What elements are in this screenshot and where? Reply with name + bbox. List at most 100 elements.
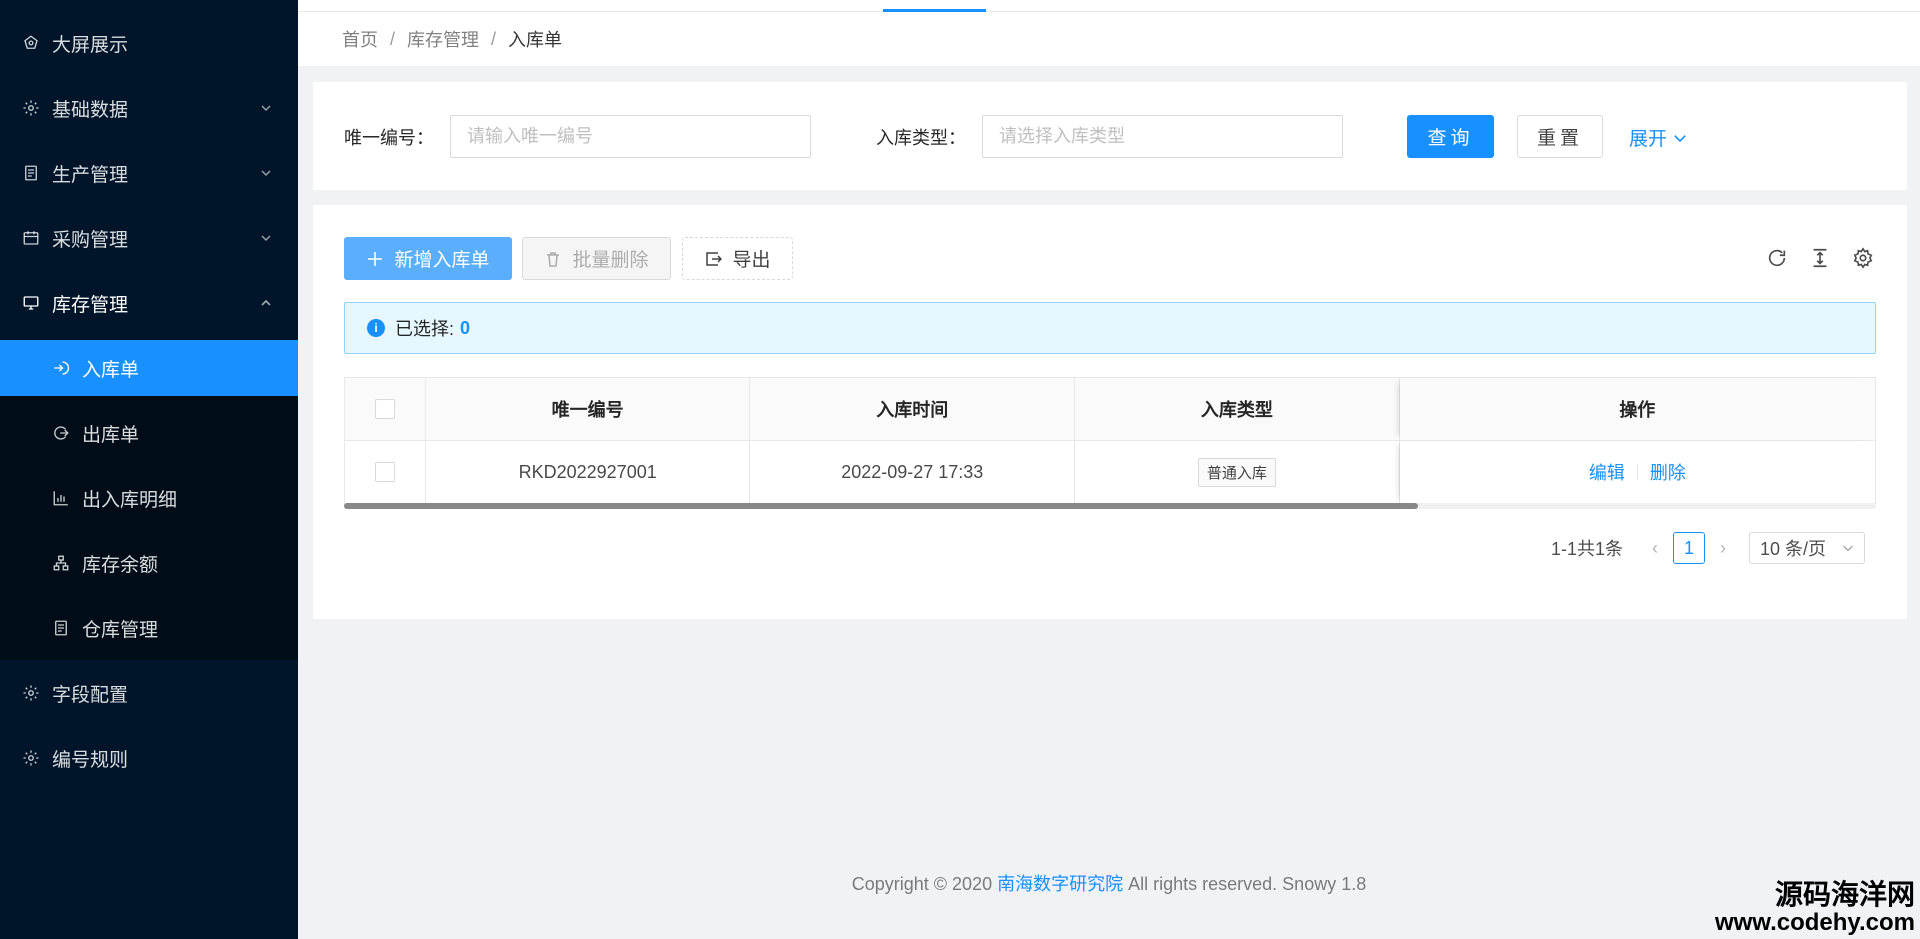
sidebar-item-label: 出库单 [82,424,140,446]
code-label: 唯一编号： [344,128,434,148]
export-button[interactable]: 导出 [682,237,793,280]
sidebar-item-production[interactable]: 生产管理 [0,145,298,201]
sidebar-item-label: 采购管理 [52,229,129,251]
row-checkbox-cell [345,441,426,503]
trash-icon [547,251,560,267]
chevron-down-icon [1843,545,1853,552]
sidebar-item-dashboard[interactable]: 大屏展示 [0,15,298,71]
sidebar-item-label: 生产管理 [52,164,129,186]
sidebar-item-label: 库存余额 [82,554,159,576]
watermark-url: www.codehy.com [1714,908,1915,936]
chevron-down-icon [260,102,272,114]
sidebar-item-label: 字段配置 [52,684,129,706]
next-page-icon[interactable]: › [1709,538,1737,559]
login-icon [50,357,72,379]
delete-link[interactable]: 删除 [1650,459,1686,485]
add-label: 新增入库单 [394,250,490,271]
logout-icon [50,422,72,444]
pagination: 1-1共1条 ‹ 1 › 10 条/页 [1551,532,1865,564]
page-1-button[interactable]: 1 [1673,532,1705,564]
horizontal-scrollbar[interactable] [344,503,1876,509]
export-label: 导出 [732,250,771,271]
cell-time: 2022-09-27 17:33 [750,441,1076,503]
plus-icon [368,251,383,266]
divider [1636,464,1638,480]
selected-count: 0 [460,317,471,338]
header-checkbox-cell [345,378,426,440]
dashboard-icon [20,32,42,54]
query-button[interactable]: 查询 [1407,115,1494,158]
expand-link[interactable]: 展开 [1629,124,1687,151]
sidebar-item-stock-out[interactable]: 出库单 [0,405,298,461]
breadcrumb-separator: / [390,28,396,49]
code-input[interactable] [450,115,811,158]
export-icon [706,251,723,266]
copyright-suffix: All rights reserved. Snowy 1.8 [1128,874,1367,894]
type-label: 入库类型： [876,128,966,148]
expand-label: 展开 [1629,129,1668,150]
gear-icon [20,682,42,704]
breadcrumb-separator: / [491,28,497,49]
watermark-cn: 源码海洋网 [1774,879,1915,911]
sidebar-item-stock-detail[interactable]: 出入库明细 [0,470,298,526]
org-link[interactable]: 南海数字研究院 [997,874,1123,894]
page-size-select[interactable]: 10 条/页 [1749,532,1865,564]
column-header-actions: 操作 [1400,378,1875,440]
select-all-checkbox[interactable] [374,399,395,419]
bar-chart-icon [50,487,72,509]
prev-page-icon[interactable]: ‹ [1641,538,1669,559]
selection-alert: i 已选择: 0 [344,302,1876,354]
gear-icon [20,97,42,119]
breadcrumb-inventory[interactable]: 库存管理 [407,26,479,52]
footer: Copyright © 2020 南海数字研究院 All rights rese… [298,870,1920,896]
column-header-type[interactable]: 入库类型 [1075,378,1400,440]
sidebar-item-warehouse[interactable]: 仓库管理 [0,600,298,656]
gear-icon[interactable] [1851,246,1875,270]
sidebar-item-stock-balance[interactable]: 库存余额 [0,535,298,591]
pagination-total: 1-1共1条 [1550,539,1623,559]
sidebar-item-inventory[interactable]: 库存管理 [0,275,298,331]
sidebar-item-base-data[interactable]: 基础数据 [0,80,298,136]
sidebar-item-field-config[interactable]: 字段配置 [0,665,298,721]
sidebar: 大屏展示 基础数据 生产管理 采购管理 库存管理 入库单 出库单 出入库明细 库… [0,0,298,939]
top-bar [298,0,1920,12]
breadcrumb-home[interactable]: 首页 [342,26,378,52]
cluster-icon [50,552,72,574]
edit-link[interactable]: 编辑 [1589,459,1625,485]
cell-actions: 编辑 删除 [1400,441,1875,503]
add-stock-in-button[interactable]: 新增入库单 [344,237,512,280]
breadcrumb: 首页 / 库存管理 / 入库单 [298,12,1920,66]
column-header-time[interactable]: 入库时间 [750,378,1076,440]
table-header-row: 唯一编号 入库时间 入库类型 操作 [345,378,1875,441]
gear-icon [20,747,42,769]
chevron-down-icon [260,232,272,244]
sidebar-item-label: 大屏展示 [52,34,129,56]
sidebar-item-purchase[interactable]: 采购管理 [0,210,298,266]
sidebar-item-label: 编号规则 [52,749,129,771]
sidebar-item-label: 库存管理 [52,294,129,316]
batch-delete-button[interactable]: 批量删除 [522,237,671,280]
stock-in-table: 唯一编号 入库时间 入库类型 操作 RKD2022927001 2022-09-… [344,377,1876,504]
scrollbar-thumb[interactable] [344,503,1418,509]
cell-code: RKD2022927001 [426,441,751,503]
sidebar-item-label: 出入库明细 [82,489,178,511]
chevron-up-icon [260,297,272,309]
refresh-icon[interactable] [1765,246,1789,270]
chevron-down-icon [260,167,272,179]
selected-label: 已选择: [395,319,455,339]
document-icon [20,162,42,184]
type-select[interactable] [982,115,1343,158]
breadcrumb-current: 入库单 [508,30,563,50]
column-height-icon[interactable] [1808,246,1832,270]
row-checkbox[interactable] [374,462,395,482]
table-row: RKD2022927001 2022-09-27 17:33 普通入库 编辑 删… [345,441,1875,504]
copyright-prefix: Copyright © 2020 [851,874,993,894]
table-card: 新增入库单 批量删除 导出 i 已选择: 0 唯一编号 入库时间 入库类型 操作… [313,205,1907,619]
watermark: 源码海洋网 www.codehy.com [1715,880,1915,935]
reset-button[interactable]: 重置 [1517,115,1603,158]
type-tag: 普通入库 [1197,457,1276,487]
sidebar-item-stock-in[interactable]: 入库单 [0,340,298,396]
column-header-code[interactable]: 唯一编号 [426,378,751,440]
monitor-icon [20,292,42,314]
sidebar-item-code-rules[interactable]: 编号规则 [0,730,298,786]
